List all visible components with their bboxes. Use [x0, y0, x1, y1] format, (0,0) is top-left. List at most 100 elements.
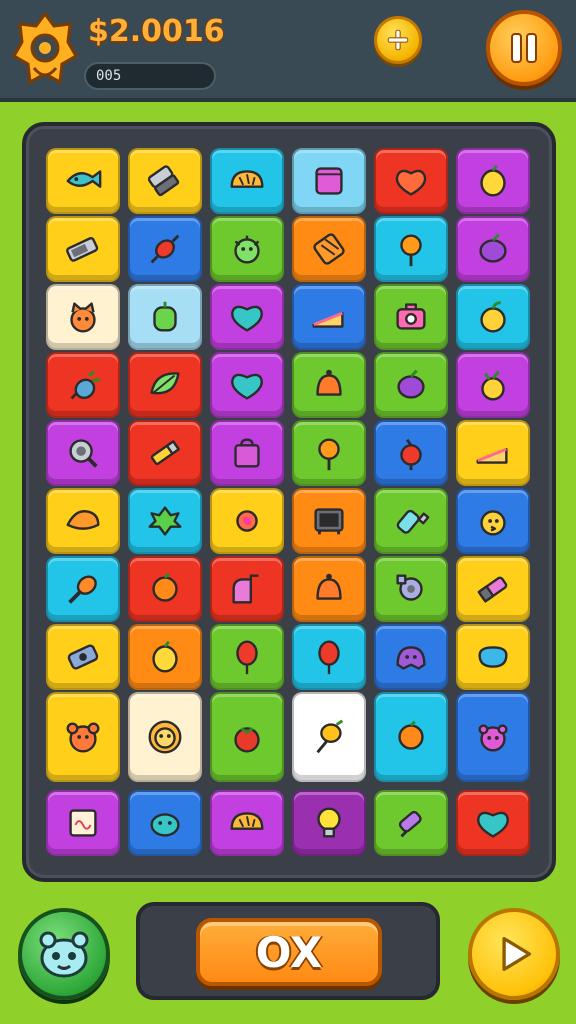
tile-r6-c2[interactable] — [128, 488, 202, 554]
candy-icon — [150, 234, 180, 264]
tile-r3-c1[interactable] — [46, 284, 120, 350]
tile-r4-c1[interactable] — [46, 352, 120, 418]
tile-r5-c3[interactable] — [210, 420, 284, 486]
tile-r9-c4[interactable] — [292, 692, 366, 782]
lion-icon — [148, 720, 182, 754]
tile-r1-c1[interactable] — [46, 148, 120, 214]
tile-r6-c6[interactable] — [456, 488, 530, 554]
tile-r9-c6[interactable] — [456, 692, 530, 782]
character-button[interactable] — [18, 908, 110, 1000]
tile-r7-c4[interactable] — [292, 556, 366, 622]
germ-icon — [234, 235, 260, 264]
tile-r5-c2[interactable] — [128, 420, 202, 486]
tile-r7-c5[interactable] — [374, 556, 448, 622]
mailbox-icon — [232, 574, 259, 604]
tile-r1-c6[interactable] — [456, 148, 530, 214]
flower-icon — [236, 510, 258, 532]
tile-r9-c2[interactable] — [128, 692, 202, 782]
tile-r4-c4[interactable] — [292, 352, 366, 418]
add-coins-button[interactable] — [374, 16, 422, 64]
bread-icon — [230, 812, 264, 830]
heart-apple-icon — [395, 169, 427, 196]
tile-r8-c3[interactable] — [210, 624, 284, 690]
tile-r10-c1[interactable] — [46, 790, 120, 856]
bell-icon — [316, 369, 342, 396]
tile-r9-c5[interactable] — [374, 692, 448, 782]
heart-icon — [477, 811, 509, 838]
tile-r1-c2[interactable] — [128, 148, 202, 214]
leaf-icon — [150, 372, 180, 395]
tile-r6-c5[interactable] — [374, 488, 448, 554]
tile-r6-c1[interactable] — [46, 488, 120, 554]
battery-icon — [66, 237, 99, 262]
play-button[interactable] — [468, 908, 560, 1000]
tile-r10-c4[interactable] — [292, 790, 366, 856]
tile-r2-c1[interactable] — [46, 216, 120, 282]
tile-r1-c5[interactable] — [374, 148, 448, 214]
tile-r10-c5[interactable] — [374, 790, 448, 856]
action-button[interactable]: OX — [196, 918, 382, 986]
critter-icon — [478, 724, 508, 752]
tile-r1-c4[interactable] — [292, 148, 366, 214]
tile-r10-c2[interactable] — [128, 790, 202, 856]
plum-icon — [397, 369, 425, 399]
tile-r5-c1[interactable] — [46, 420, 120, 486]
pause-button[interactable] — [486, 10, 562, 86]
tile-r10-c6[interactable] — [456, 790, 530, 856]
camera-icon — [396, 303, 426, 330]
tile-r8-c5[interactable] — [374, 624, 448, 690]
tile-r3-c3[interactable] — [210, 284, 284, 350]
tile-r6-c3[interactable] — [210, 488, 284, 554]
tile-r9-c1[interactable] — [46, 692, 120, 782]
creature-avatar-icon — [39, 931, 89, 978]
bottle-icon — [396, 509, 430, 534]
play-icon — [502, 936, 532, 972]
lollipop-icon — [318, 438, 340, 471]
tile-r4-c5[interactable] — [374, 352, 448, 418]
tile-r8-c1[interactable] — [46, 624, 120, 690]
tile-r5-c4[interactable] — [292, 420, 366, 486]
tile-r8-c4[interactable] — [292, 624, 366, 690]
tile-r8-c2[interactable] — [128, 624, 202, 690]
tile-r1-c3[interactable] — [210, 148, 284, 214]
tile-r2-c4[interactable] — [292, 216, 366, 282]
tile-r2-c5[interactable] — [374, 216, 448, 282]
tile-r7-c1[interactable] — [46, 556, 120, 622]
tile-r3-c6[interactable] — [456, 284, 530, 350]
tile-r3-c5[interactable] — [374, 284, 448, 350]
note-icon — [69, 809, 97, 837]
tile-r8-c6[interactable] — [456, 624, 530, 690]
lipstick-icon — [477, 576, 508, 603]
tile-r3-c2[interactable] — [128, 284, 202, 350]
tile-r2-c6[interactable] — [456, 216, 530, 282]
ice-cream-icon — [398, 810, 422, 838]
tile-r4-c2[interactable] — [128, 352, 202, 418]
plus-icon — [387, 29, 409, 51]
tile-r10-c3[interactable] — [210, 790, 284, 856]
tile-r7-c2[interactable] — [128, 556, 202, 622]
gem-badge-icon — [11, 11, 79, 90]
tile-r4-c6[interactable] — [456, 352, 530, 418]
plum-icon — [479, 233, 507, 263]
tile-r5-c6[interactable] — [456, 420, 530, 486]
tile-r7-c3[interactable] — [210, 556, 284, 622]
drumstick-icon — [68, 575, 97, 604]
bulb-icon — [317, 807, 341, 838]
tile-r2-c3[interactable] — [210, 216, 284, 282]
gem-icon — [478, 646, 508, 668]
monster-icon — [396, 646, 426, 670]
tile-r6-c4[interactable] — [292, 488, 366, 554]
tile-r4-c3[interactable] — [210, 352, 284, 418]
tile-r9-c3[interactable] — [210, 692, 284, 782]
berry-icon — [481, 370, 505, 401]
tile-r3-c4[interactable] — [292, 284, 366, 350]
gadget-icon — [67, 644, 99, 670]
tile-r7-c6[interactable] — [456, 556, 530, 622]
tile-r5-c5[interactable] — [374, 420, 448, 486]
tile-r2-c2[interactable] — [128, 216, 202, 282]
whale-icon — [150, 813, 180, 837]
cherry-icon — [400, 438, 422, 471]
lollipop-icon — [400, 234, 422, 267]
heart-icon — [231, 373, 263, 400]
croissant-icon — [66, 510, 100, 530]
